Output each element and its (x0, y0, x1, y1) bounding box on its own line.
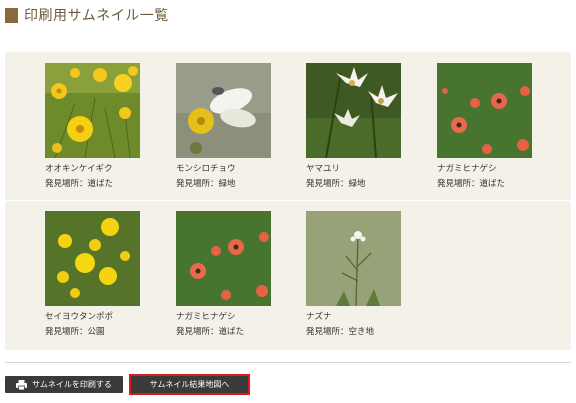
item-name: ナズナ (306, 312, 332, 322)
thumbnail-item[interactable]: セイヨウタンポポ 発見場所：公園 (45, 211, 155, 338)
thumbnail-image[interactable] (45, 63, 140, 158)
thumbnail-image[interactable] (176, 63, 271, 158)
map-button-label: サムネイル結果地図へ (149, 380, 230, 389)
page-title-text: 印刷用サムネイル一覧 (24, 8, 169, 24)
thumbnail-item[interactable]: ナズナ 発見場所：空き地 (306, 211, 416, 338)
print-thumbnails-button[interactable]: サムネイルを印刷する (5, 376, 123, 393)
thumbnail-image[interactable] (306, 63, 401, 158)
item-place: 発見場所：緑地 (176, 179, 236, 189)
item-name: モンシロチョウ (176, 164, 236, 174)
item-place: 発見場所：緑地 (306, 179, 366, 189)
thumbnail-item[interactable]: オオキンケイギク 発見場所：道ばた (45, 63, 155, 190)
thumbnail-image[interactable] (45, 211, 140, 306)
item-name: セイヨウタンポポ (45, 312, 114, 322)
item-name: ヤマユリ (306, 164, 341, 174)
item-place: 発見場所：公園 (45, 327, 105, 337)
thumbnail-image[interactable] (306, 211, 401, 306)
item-name: ナガミヒナゲシ (437, 164, 497, 174)
thumbnail-item[interactable]: ヤマユリ 発見場所：緑地 (306, 63, 416, 190)
footer-divider (5, 362, 571, 363)
thumbnail-item[interactable]: モンシロチョウ 発見場所：緑地 (176, 63, 286, 190)
item-place: 発見場所：空き地 (306, 327, 375, 337)
item-place: 発見場所：道ばた (437, 179, 506, 189)
thumbnail-item[interactable]: ナガミヒナゲシ 発見場所：道ばた (437, 63, 547, 190)
thumbnail-image[interactable] (437, 63, 532, 158)
thumbnail-image[interactable] (176, 211, 271, 306)
thumbnail-item[interactable]: ナガミヒナゲシ 発見場所：道ばた (176, 211, 286, 338)
thumbnail-map-button[interactable]: サムネイル結果地図へ (129, 374, 250, 395)
title-marker (5, 7, 18, 23)
item-name: オオキンケイギク (45, 164, 113, 174)
row-divider (5, 200, 571, 201)
print-button-label: サムネイルを印刷する (32, 380, 112, 389)
page-title: 印刷用サムネイル一覧 (5, 6, 169, 24)
printer-icon (16, 379, 28, 390)
item-place: 発見場所：道ばた (45, 179, 114, 189)
item-name: ナガミヒナゲシ (176, 312, 236, 322)
item-place: 発見場所：道ばた (176, 327, 245, 337)
